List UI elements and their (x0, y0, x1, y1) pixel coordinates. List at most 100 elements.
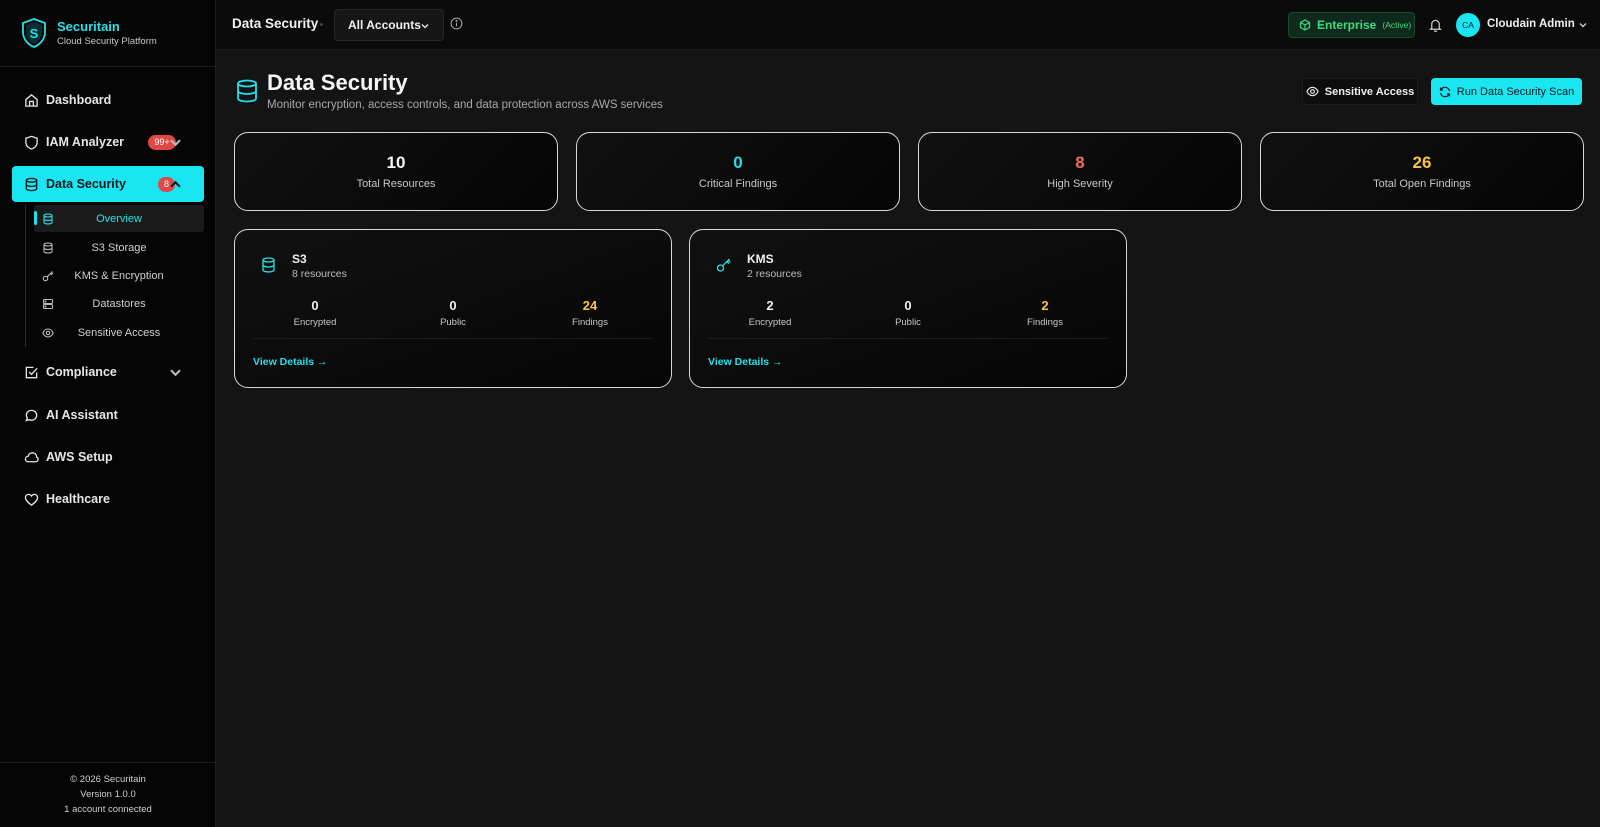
eye-icon (1306, 86, 1319, 97)
avatar[interactable]: CA (1456, 13, 1480, 37)
sidebar-item-aws-setup[interactable]: AWS Setup (12, 440, 204, 474)
sidebar-item-compliance[interactable]: Compliance (12, 355, 204, 389)
service-resource-count: 2 resources (747, 268, 802, 280)
subnav-guide-line (25, 205, 26, 347)
sidebar-item-label: Dashboard (46, 93, 112, 107)
page-title: Data Security (267, 70, 408, 95)
metric-value: 0 (449, 298, 457, 313)
sidebar-item-iam-analyzer[interactable]: IAM Analyzer 99+ (12, 125, 204, 159)
metric-public: 0 Public (393, 298, 513, 328)
sidebar-item-label: IAM Analyzer (46, 135, 125, 149)
server-icon (42, 298, 54, 309)
stat-label: Total Resources (356, 178, 436, 190)
chevron-up-icon[interactable] (168, 177, 183, 192)
cube-icon (1299, 19, 1311, 31)
accounts-connected-text: 1 account connected (64, 804, 152, 815)
sidebar-item-data-security[interactable]: Data Security 8 (12, 166, 204, 202)
subnav-item-label: Overview (96, 212, 142, 225)
view-details-link[interactable]: View Details → (253, 356, 328, 368)
divider (708, 338, 1108, 339)
run-scan-button[interactable]: Run Data Security Scan (1431, 78, 1582, 105)
account-select-value: All Accounts (348, 18, 421, 32)
metric-value: 0 (904, 298, 912, 313)
sensitive-access-button[interactable]: Sensitive Access (1302, 78, 1418, 105)
metric-value: 2 (1041, 298, 1049, 313)
chevron-down-icon[interactable] (168, 365, 183, 380)
service-name: S3 (292, 252, 307, 266)
metric-label: Findings (1027, 317, 1063, 328)
subnav-item-label: KMS & Encryption (74, 269, 164, 282)
run-scan-label: Run Data Security Scan (1456, 85, 1575, 98)
database-icon (237, 79, 257, 103)
version-text: Version 1.0.0 (80, 789, 136, 800)
metric-encrypted: 0 Encrypted (255, 298, 375, 328)
svg-text:S: S (30, 26, 39, 41)
page-subtitle: Monitor encryption, access controls, and… (267, 99, 663, 111)
database-icon (262, 257, 275, 273)
sensitive-access-label: Sensitive Access (1324, 85, 1415, 98)
service-name: KMS (747, 252, 774, 266)
breadcrumb-separator (320, 23, 323, 26)
service-resource-count: 8 resources (292, 268, 347, 280)
checkbox-icon (25, 366, 38, 378)
stat-value: 10 (386, 153, 406, 172)
active-indicator (34, 211, 37, 225)
account-select[interactable]: All Accounts (334, 9, 444, 41)
brand-subtitle: Cloud Security Platform (57, 35, 157, 47)
chevron-down-icon[interactable] (168, 135, 183, 150)
user-name[interactable]: Cloudain Admin (1487, 18, 1575, 30)
metric-label: Findings (572, 317, 608, 328)
sidebar-item-healthcare[interactable]: Healthcare (12, 482, 204, 516)
metric-value: 0 (311, 298, 319, 313)
stat-card-total-open-findings: 26 Total Open Findings (1260, 132, 1584, 211)
info-icon[interactable] (450, 17, 463, 30)
metric-label: Encrypted (748, 317, 792, 328)
stat-label: Critical Findings (698, 178, 778, 190)
metric-findings: 24 Findings (530, 298, 650, 328)
brand-name: Securitain (57, 18, 120, 34)
chevron-down-icon[interactable] (1578, 20, 1588, 30)
sidebar-item-label: AI Assistant (46, 408, 118, 422)
metric-label: Public (440, 317, 466, 328)
stat-label: Total Open Findings (1373, 178, 1471, 190)
database-icon (43, 241, 53, 254)
stat-card-critical-findings: 0 Critical Findings (576, 132, 900, 211)
shield-icon (25, 135, 38, 150)
database-icon (25, 177, 38, 191)
sidebar-item-label: Compliance (46, 365, 117, 379)
plan-name: Enterprise (1317, 18, 1377, 32)
stat-card-total-resources: 10 Total Resources (234, 132, 558, 211)
subnav-item-label: S3 Storage (91, 241, 147, 254)
stat-value: 0 (733, 153, 743, 172)
subnav-item-label: Sensitive Access (77, 326, 161, 339)
metric-label: Public (895, 317, 921, 328)
brand[interactable]: S Securitain Cloud Security Platform (0, 0, 215, 67)
eye-icon (42, 327, 54, 338)
subnav-item-overview[interactable]: Overview (34, 205, 204, 232)
service-card-s3: S3 8 resources 0 Encrypted 0 Public 24 F… (234, 229, 672, 388)
bell-icon[interactable] (1428, 17, 1443, 33)
metric-findings: 2 Findings (985, 298, 1105, 328)
service-card-kms: KMS 2 resources 2 Encrypted 0 Public 2 F… (689, 229, 1127, 388)
stat-label: High Severity (1047, 178, 1113, 190)
metric-label: Encrypted (293, 317, 337, 328)
sidebar-item-ai-assistant[interactable]: AI Assistant (12, 398, 204, 432)
subnav-item-label: Datastores (92, 297, 146, 310)
topbar: Data Security All Accounts Enterprise (A… (216, 0, 1600, 50)
stat-value: 26 (1412, 153, 1432, 172)
subnav-item-s3-storage[interactable]: S3 Storage (34, 234, 204, 261)
sidebar-item-dashboard[interactable]: Dashboard (12, 83, 204, 117)
key-icon (716, 258, 731, 272)
stat-card-high-severity: 8 High Severity (918, 132, 1242, 211)
breadcrumb-title: Data Security (232, 16, 319, 31)
home-icon (25, 93, 38, 107)
subnav-item-sensitive-access[interactable]: Sensitive Access (34, 319, 204, 346)
sidebar-footer: © 2026 Securitain Version 1.0.0 1 accoun… (0, 762, 216, 827)
sidebar-item-label: AWS Setup (46, 450, 113, 464)
plan-badge[interactable]: Enterprise (Active) (1288, 12, 1415, 38)
view-details-link[interactable]: View Details → (708, 356, 783, 368)
subnav-item-kms-encryption[interactable]: KMS & Encryption (34, 262, 204, 289)
chat-icon (25, 409, 38, 422)
subnav-item-datastores[interactable]: Datastores (34, 290, 204, 317)
database-icon (43, 212, 53, 225)
